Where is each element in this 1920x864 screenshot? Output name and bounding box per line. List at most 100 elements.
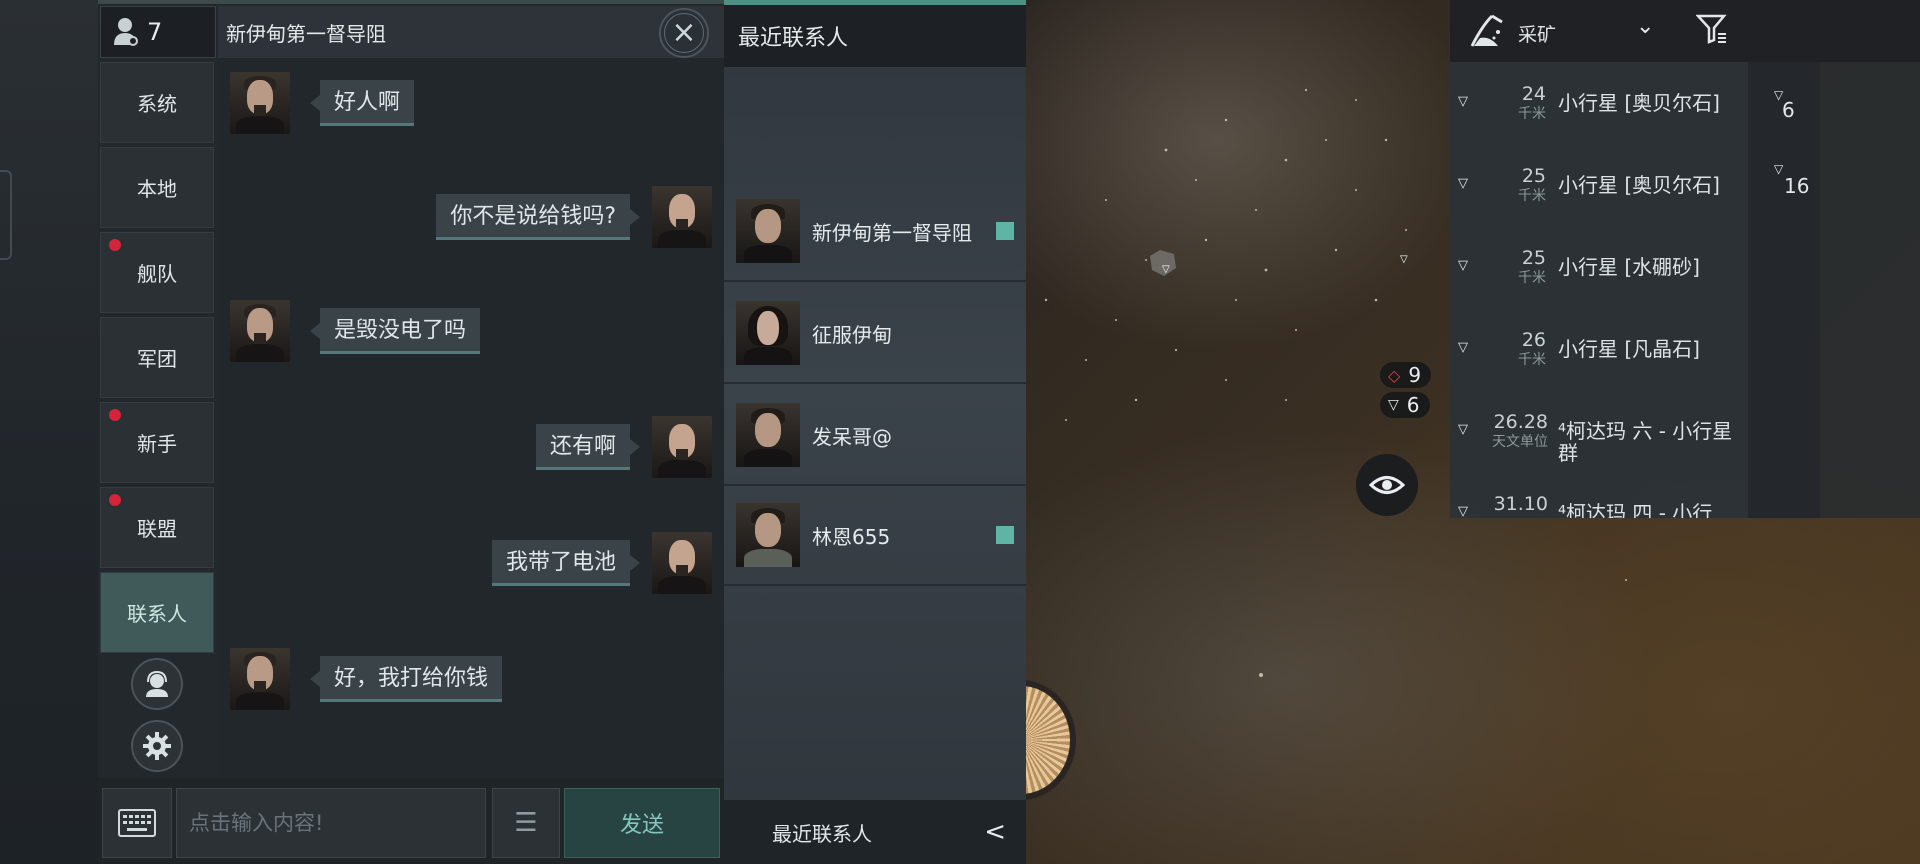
menu-button[interactable]: ☰ xyxy=(492,788,560,858)
tab-label: 联系人 xyxy=(127,602,187,626)
chat-message: 还有啊 xyxy=(535,416,712,478)
object-name: 小行星 [奥贝尔石] xyxy=(1558,91,1720,115)
tab-label: 系统 xyxy=(137,92,177,116)
member-count-value: 7 xyxy=(147,18,163,46)
avatar[interactable] xyxy=(652,416,712,478)
target-icon: ◇ xyxy=(1388,365,1401,385)
overview-row[interactable]: ▽ 26.28 天文单位 ⁴柯达玛 六 - 小行星群 xyxy=(1450,392,1748,472)
overview-header: 采矿 ⌄ xyxy=(1450,0,1920,62)
distance: 25 千米 xyxy=(1518,165,1546,204)
distance: 31.10 xyxy=(1493,493,1548,515)
asteroid-group-icon: ▽ xyxy=(1774,162,1784,176)
distance: 24 千米 xyxy=(1518,83,1546,122)
chat-title: 新伊甸第一督导阻 xyxy=(226,21,386,46)
tab-contacts[interactable]: 联系人 xyxy=(100,572,214,653)
message-bubble: 你不是说给钱吗? xyxy=(436,194,640,240)
asteroid-icon: ▽ xyxy=(1458,258,1468,273)
keyboard-icon xyxy=(118,809,156,837)
chat-top-line xyxy=(98,0,724,4)
chat-message: 你不是说给钱吗? xyxy=(436,186,712,248)
contact-item[interactable]: 林恩655 xyxy=(724,486,1026,586)
member-count[interactable]: 7 xyxy=(100,6,216,58)
unread-dot xyxy=(109,409,121,421)
eye-button[interactable] xyxy=(1356,454,1418,516)
left-notch xyxy=(0,170,12,260)
message-bubble: 好，我打给你钱 xyxy=(309,656,503,702)
avatar[interactable] xyxy=(230,72,290,134)
mining-laser-icon xyxy=(1470,14,1503,47)
object-name: 小行星 [奥贝尔石] xyxy=(1558,173,1720,197)
overview-list[interactable]: ▽ 24 千米 小行星 [奥贝尔石] ▽ 25 千米 小行星 [奥贝尔石] ▽ 25… xyxy=(1450,62,1748,518)
menu-icon: ☰ xyxy=(514,808,538,838)
svg-text:▽: ▽ xyxy=(1162,264,1170,275)
tab-alliance[interactable]: 联盟 xyxy=(100,487,214,568)
asteroid-belt-icon: ▽ xyxy=(1458,504,1468,518)
tab-label: 军团 xyxy=(137,347,177,371)
hostile-count: 9 xyxy=(1408,363,1422,387)
asteroid-icon: ▽ xyxy=(1458,340,1468,355)
message-list[interactable]: 好人啊 你不是说给钱吗? 是毁没电了吗 还有啊 我带了电池 好，我打给你钱 xyxy=(218,58,724,776)
overview-row[interactable]: ▽ 26 千米 小行星 [凡晶石] xyxy=(1450,310,1748,390)
contact-item[interactable]: 征服伊甸 xyxy=(724,284,1026,384)
hostile-count-badge[interactable]: ◇ 9 xyxy=(1380,362,1432,388)
settings-button[interactable] xyxy=(131,720,183,772)
message-bubble: 好人啊 xyxy=(309,80,415,126)
tab-system[interactable]: 系统 xyxy=(100,62,214,143)
object-name: ⁴柯达玛 六 - 小行星群 xyxy=(1558,419,1733,465)
tab-local[interactable]: 本地 xyxy=(100,147,214,228)
chevron-down-icon[interactable]: ⌄ xyxy=(1636,14,1654,39)
svg-text:▽: ▽ xyxy=(1400,254,1408,265)
overview-row[interactable]: ▽ 25 千米 小行星 [奥贝尔石] xyxy=(1450,146,1748,226)
contact-name: 新伊甸第一督导阻 xyxy=(812,220,972,245)
unread-dot xyxy=(109,494,121,506)
asteroid-count-badge[interactable]: ▽ 6 xyxy=(1380,392,1430,418)
input-bar: ☰ 发送 xyxy=(98,778,724,864)
avatar[interactable] xyxy=(230,300,290,362)
filter-icon[interactable] xyxy=(1696,14,1728,44)
tab-corporation[interactable]: 军团 xyxy=(100,317,214,398)
chat-title-bar: 新伊甸第一督导阻 xyxy=(218,6,724,58)
avatar xyxy=(736,403,800,467)
message-input[interactable] xyxy=(176,788,486,858)
message-bubble: 还有啊 xyxy=(535,424,641,470)
overview-row[interactable]: ▽ 31.10 ⁴柯达玛 四 - 小行 xyxy=(1450,474,1748,518)
chat-message: 我带了电池 xyxy=(491,532,712,594)
contact-item[interactable]: 发呆哥@ xyxy=(724,386,1026,486)
support-button[interactable] xyxy=(131,658,183,710)
avatar[interactable] xyxy=(652,532,712,594)
tab-label: 舰队 xyxy=(137,262,177,286)
avatar[interactable] xyxy=(652,186,712,248)
asteroid-belt-icon: ▽ xyxy=(1458,422,1468,437)
collapse-chevron-icon[interactable]: < xyxy=(984,819,1006,845)
tab-label: 联盟 xyxy=(137,517,177,541)
message-bubble: 我带了电池 xyxy=(491,540,641,586)
tab-fleet[interactable]: 舰队 xyxy=(100,232,214,313)
send-button[interactable]: 发送 xyxy=(564,788,720,858)
contact-name: 发呆哥@ xyxy=(812,424,892,449)
close-button[interactable]: × xyxy=(659,8,709,58)
object-name: ⁴柯达玛 四 - 小行 xyxy=(1558,501,1713,518)
keyboard-button[interactable] xyxy=(102,788,172,858)
overview-row[interactable]: ▽ 24 千米 小行星 [奥贝尔石] xyxy=(1450,64,1748,144)
recent-contacts-panel: 最近联系人 新伊甸第一督导阻 征服伊甸 发呆哥@ 林恩655 最近联系人 < xyxy=(724,0,1026,864)
tab-label: 本地 xyxy=(137,177,177,201)
member-icon xyxy=(114,18,138,46)
chat-message: 好人啊 xyxy=(230,72,415,134)
tab-rookie[interactable]: 新手 xyxy=(100,402,214,483)
distance: 26.28 天文单位 xyxy=(1492,411,1548,450)
object-name: 小行星 [凡晶石] xyxy=(1558,337,1700,361)
support-agent-icon xyxy=(146,670,168,697)
contacts-footer-label: 最近联系人 xyxy=(772,821,872,846)
message-bubble: 是毁没电了吗 xyxy=(309,308,481,354)
chat-message: 好，我打给你钱 xyxy=(230,648,503,710)
filter-label: 采矿 xyxy=(1518,24,1557,46)
avatar[interactable] xyxy=(230,648,290,710)
distance: 26 千米 xyxy=(1518,329,1546,368)
gear-icon xyxy=(143,732,171,760)
object-name: 小行星 [水硼砂] xyxy=(1558,255,1700,279)
overview-row[interactable]: ▽ 25 千米 小行星 [水硼砂] xyxy=(1450,228,1748,308)
tab-label: 新手 xyxy=(137,432,177,456)
asteroid-icon: ▽ xyxy=(1458,176,1468,191)
contact-item[interactable]: 新伊甸第一督导阻 xyxy=(724,182,1026,282)
overview-panel: 采矿 ⌄ ▽ 24 千米 小行星 [奥贝尔石] ▽ 25 千米 小行星 [奥贝尔石]… xyxy=(1450,0,1920,518)
